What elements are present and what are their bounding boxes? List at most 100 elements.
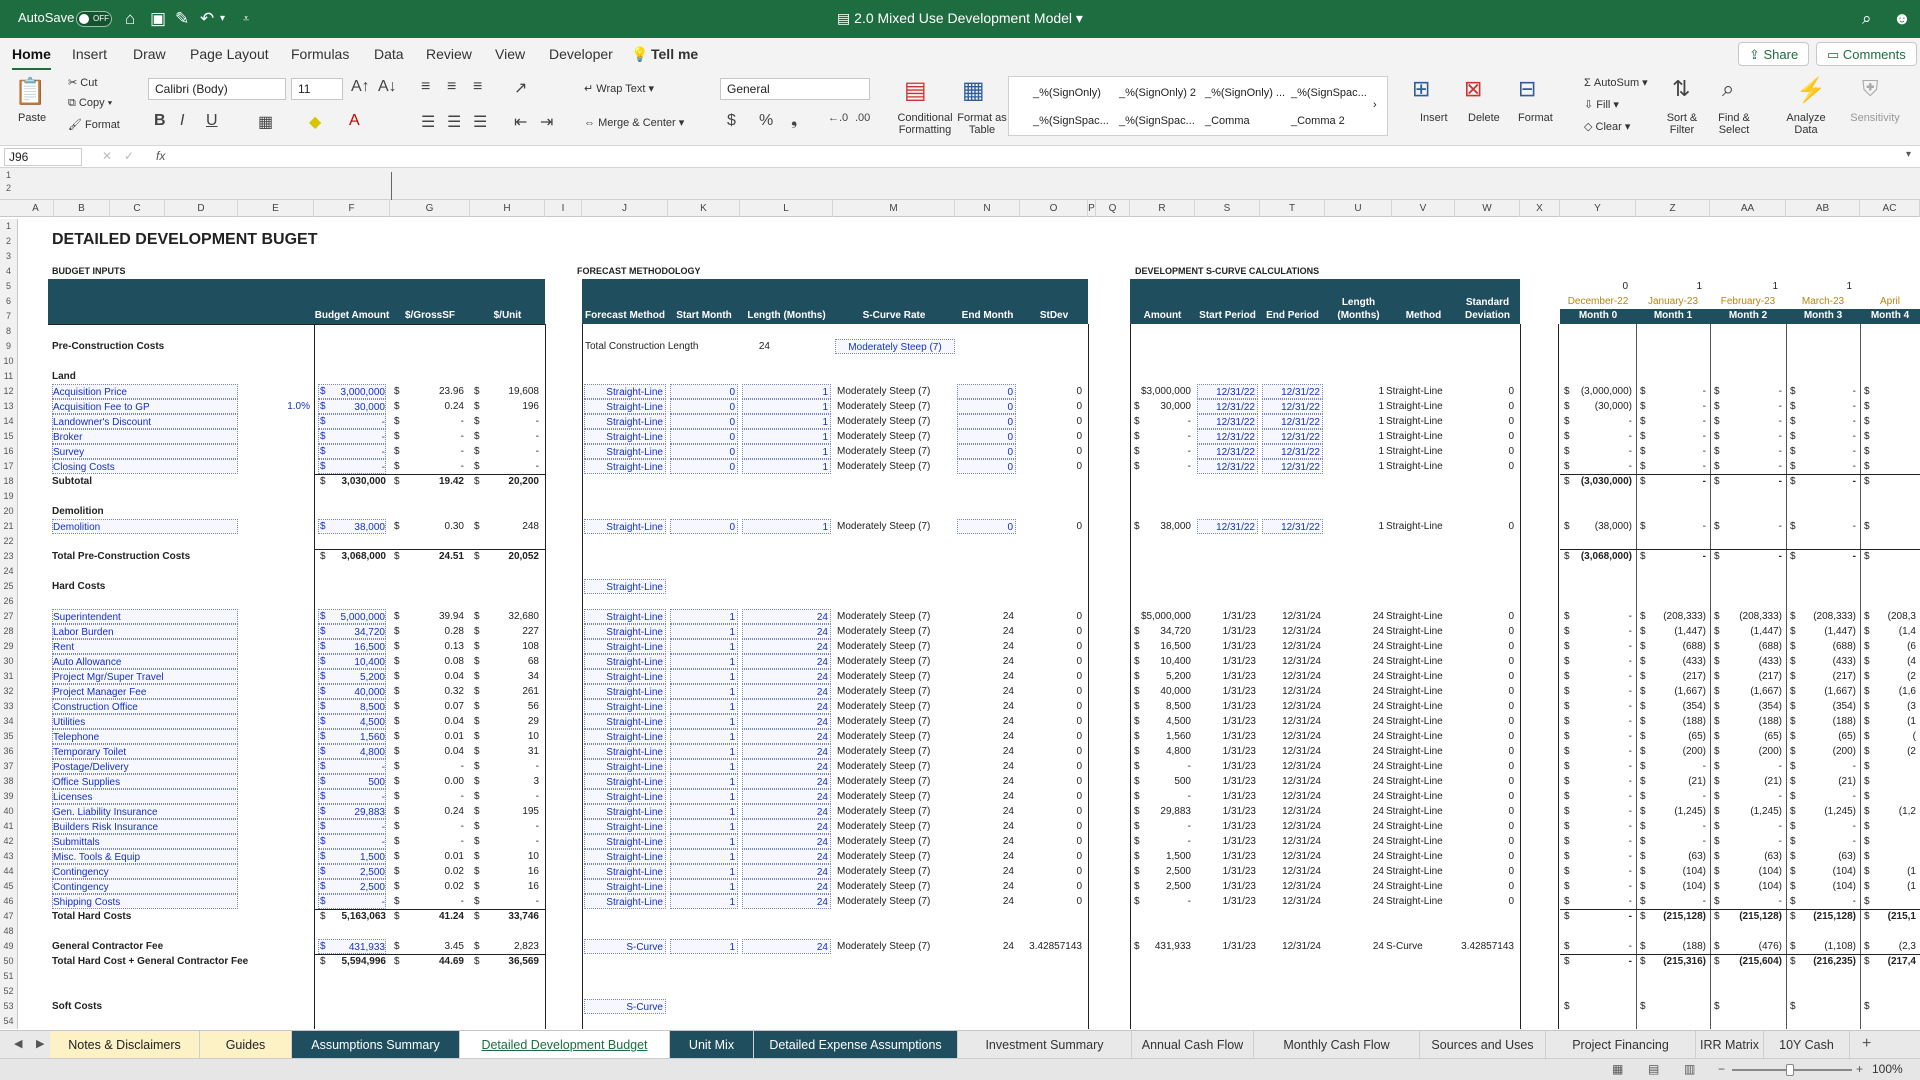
std-deviation[interactable]: 0	[1455, 804, 1514, 819]
conditional-formatting-button[interactable]: Conditional Formatting	[894, 112, 956, 136]
row-header[interactable]: 53	[0, 999, 18, 1014]
currency-sign[interactable]: $	[1640, 414, 1650, 429]
row-header[interactable]: 21	[0, 519, 18, 534]
currency-sign[interactable]: $	[1134, 654, 1144, 669]
end-month[interactable]: 24	[957, 789, 1016, 804]
style-item[interactable]: _%(SignOnly) 2	[1119, 87, 1196, 99]
zoom-out-icon[interactable]: −	[1718, 1062, 1725, 1076]
currency-sign[interactable]: $	[1790, 834, 1800, 849]
currency-sign[interactable]: $	[1714, 609, 1724, 624]
currency-sign[interactable]: $	[1790, 609, 1800, 624]
currency-sign[interactable]: $	[1134, 414, 1144, 429]
currency-sign[interactable]: $	[1714, 684, 1724, 699]
row-label[interactable]: Demolition	[52, 504, 352, 519]
length[interactable]: 1	[1325, 459, 1384, 474]
currency-sign[interactable]: $	[1864, 714, 1874, 729]
style-item[interactable]: _%(SignOnly) ...	[1205, 87, 1285, 99]
row-header[interactable]: 37	[0, 759, 18, 774]
end-month[interactable]: 0	[957, 459, 1016, 474]
decrease-decimal-icon[interactable]: .00	[855, 112, 870, 124]
currency-sign[interactable]: $	[1640, 744, 1650, 759]
length[interactable]: 1	[1325, 429, 1384, 444]
row-header[interactable]: 40	[0, 804, 18, 819]
currency-sign[interactable]: $	[1864, 654, 1874, 669]
stdev[interactable]: 0	[1020, 429, 1082, 444]
currency-sign[interactable]: $	[1864, 414, 1874, 429]
row-header[interactable]: 7	[0, 309, 18, 324]
currency-sign[interactable]: $	[1134, 864, 1144, 879]
currency-sign[interactable]: $	[1864, 519, 1874, 534]
std-deviation[interactable]: 0	[1455, 609, 1514, 624]
currency-sign[interactable]: $	[1790, 684, 1800, 699]
length-months[interactable]: 1	[742, 414, 831, 429]
tab-insert[interactable]: Insert	[72, 46, 107, 62]
method[interactable]: Straight-Line	[1386, 654, 1449, 669]
stdev[interactable]: 0	[1020, 384, 1082, 399]
start-month[interactable]: 1	[670, 759, 738, 774]
length[interactable]: 1	[1325, 384, 1384, 399]
start-month[interactable]: 1	[670, 789, 738, 804]
end-month[interactable]: 24	[957, 744, 1016, 759]
row-header[interactable]: 19	[0, 489, 18, 504]
forecast-method[interactable]: Straight-Line	[584, 624, 666, 639]
start-period[interactable]: 12/31/22	[1197, 519, 1258, 534]
currency-sign[interactable]: $	[1714, 384, 1724, 399]
end-period[interactable]: 12/31/22	[1262, 414, 1323, 429]
currency-sign[interactable]: $	[1790, 819, 1800, 834]
method[interactable]: Straight-Line	[1386, 639, 1449, 654]
length-months[interactable]: 24	[742, 894, 831, 909]
forecast-method[interactable]: Straight-Line	[584, 639, 666, 654]
stdev[interactable]: 0	[1020, 879, 1082, 894]
stdev[interactable]: 0	[1020, 834, 1082, 849]
start-month[interactable]: 0	[670, 459, 738, 474]
cancel-icon[interactable]: ✕	[102, 149, 112, 163]
currency-sign[interactable]: $	[474, 459, 484, 474]
currency-sign[interactable]: $	[474, 774, 484, 789]
std-deviation[interactable]: 0	[1455, 729, 1514, 744]
currency-sign[interactable]: $	[1790, 429, 1800, 444]
section-forecast[interactable]: FORECAST METHODOLOGY	[577, 264, 777, 279]
currency-sign[interactable]: $	[1640, 954, 1650, 969]
currency-sign[interactable]: $	[1714, 639, 1724, 654]
row-header[interactable]: 1	[0, 219, 18, 234]
method[interactable]: Straight-Line	[1386, 744, 1449, 759]
end-month[interactable]: 24	[957, 669, 1016, 684]
currency-sign[interactable]: $	[1134, 699, 1144, 714]
scurve-rate[interactable]: Moderately Steep (7)	[837, 444, 955, 459]
column-header-aa[interactable]: AA	[1710, 200, 1786, 217]
outline-level-2[interactable]: 2	[6, 183, 11, 193]
method[interactable]: Straight-Line	[1386, 804, 1449, 819]
end-month[interactable]: 0	[957, 519, 1016, 534]
page-break-view-icon[interactable]: ▥	[1684, 1062, 1695, 1076]
currency-sign[interactable]: $	[474, 789, 484, 804]
currency-sign[interactable]: $	[1864, 759, 1874, 774]
start-month[interactable]: 1	[670, 774, 738, 789]
end-month[interactable]: 24	[957, 849, 1016, 864]
stdev[interactable]: 0	[1020, 609, 1082, 624]
end-month[interactable]: 24	[957, 699, 1016, 714]
column-header-y[interactable]: Y	[1560, 200, 1636, 217]
std-deviation[interactable]: 0	[1455, 399, 1514, 414]
increase-decimal-icon[interactable]: ←.0	[828, 112, 848, 124]
end-period[interactable]: 12/31/24	[1262, 669, 1323, 684]
scurve-rate[interactable]: Moderately Steep (7)	[837, 399, 955, 414]
scurve-amount[interactable]: $3,000,000	[1130, 384, 1191, 399]
end-month[interactable]: 0	[957, 399, 1016, 414]
stdev[interactable]: 0	[1020, 459, 1082, 474]
end-period[interactable]: 12/31/24	[1262, 849, 1323, 864]
currency-sign[interactable]: $	[320, 714, 330, 729]
currency-sign[interactable]: $	[1134, 849, 1144, 864]
length[interactable]: 24	[1325, 669, 1384, 684]
currency-sign[interactable]: $	[1714, 879, 1724, 894]
method[interactable]: Straight-Line	[1386, 774, 1449, 789]
std-deviation[interactable]: 0	[1455, 789, 1514, 804]
currency-sign[interactable]: $	[1714, 654, 1724, 669]
start-period[interactable]: 1/31/23	[1197, 894, 1258, 909]
column-header-b[interactable]: B	[54, 200, 110, 217]
std-deviation[interactable]: 0	[1455, 384, 1514, 399]
currency-sign[interactable]: $	[1864, 849, 1874, 864]
tab-data[interactable]: Data	[374, 46, 404, 62]
currency-sign[interactable]: $	[1714, 939, 1724, 954]
currency-sign[interactable]: $	[1564, 414, 1574, 429]
currency-sign[interactable]: $	[1564, 819, 1574, 834]
